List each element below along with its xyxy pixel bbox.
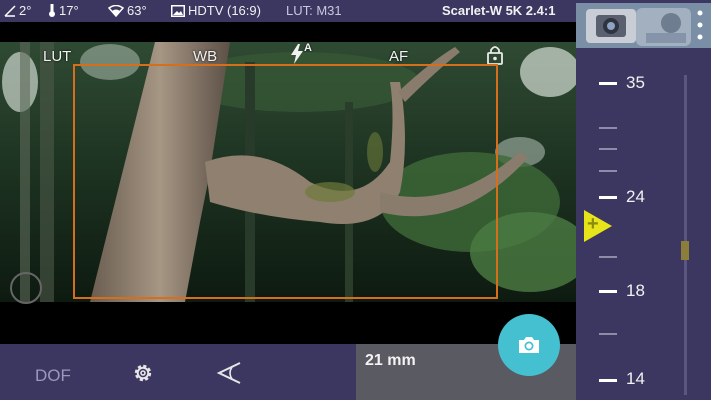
wb-button[interactable]: WB (193, 48, 217, 65)
af-button[interactable]: AF (389, 48, 408, 65)
lock-icon (487, 46, 503, 65)
ruler-label-18: 18 (626, 281, 645, 300)
image-frame-icon (171, 4, 185, 17)
frame-guide (73, 64, 498, 299)
focal-length-value: 21 mm (365, 352, 416, 369)
bottom-tools: DOF (0, 344, 356, 400)
battery: 63° (108, 3, 147, 18)
status-bar: 2° 17° 63° HDTV (16:9) LUT: M31 Scarlet-… (0, 0, 576, 22)
overflow-menu-icon[interactable] (690, 6, 704, 42)
temperature-value: 17° (59, 3, 79, 18)
sun-angle-value: 2° (19, 3, 32, 18)
lut-button[interactable]: LUT (43, 48, 71, 65)
ruler-minor-tick (599, 256, 617, 258)
flash-mode: A (304, 42, 312, 54)
battery-value: 63° (127, 3, 147, 18)
lut-status-value: LUT: M31 (286, 3, 342, 18)
ruler-tick-35 (599, 82, 617, 85)
format[interactable]: HDTV (16:9) (171, 3, 261, 18)
flash-icon (291, 44, 303, 64)
ruler-label-35: 35 (626, 73, 645, 92)
angle-button[interactable] (216, 361, 242, 390)
ruler-tick-24 (599, 196, 617, 199)
ruler-tick-18 (599, 290, 617, 293)
bottom-toolbar: DOF 21 mm (0, 344, 576, 400)
ruler-label-24: 24 (626, 187, 645, 206)
ruler-minor-tick (599, 333, 617, 335)
ruler-label-14: 14 (626, 369, 645, 388)
ruler-minor-tick (599, 170, 617, 172)
gear-icon (134, 364, 152, 382)
pointer-symbol: + (587, 213, 599, 235)
settings-button[interactable] (131, 361, 155, 390)
ruler-minor-tick (599, 148, 617, 150)
sun-angle: 2° (4, 3, 31, 18)
level-indicator (10, 272, 42, 304)
temperature: 17° (48, 3, 79, 18)
lut-status: LUT: M31 (286, 3, 342, 18)
ruler-tick-14 (599, 379, 617, 382)
angle-of-view-icon (216, 362, 241, 384)
ruler-minor-tick (599, 127, 617, 129)
camera-model[interactable]: Scarlet-W 5K 2.4:1 (442, 3, 555, 18)
dof-button[interactable]: DOF (35, 366, 71, 386)
thermometer-icon (49, 4, 55, 17)
camera-icon (519, 337, 539, 353)
focal-pointer[interactable]: + (584, 210, 612, 247)
format-value: HDTV (16:9) (188, 3, 261, 18)
camera-model-value: Scarlet-W 5K 2.4:1 (442, 3, 556, 18)
sun-elevation-icon (4, 4, 16, 17)
ruler-scroll-thumb[interactable] (681, 241, 689, 260)
wifi-icon (108, 4, 124, 17)
ruler-scrollbar[interactable] (684, 75, 687, 395)
shutter-button[interactable] (498, 314, 560, 376)
